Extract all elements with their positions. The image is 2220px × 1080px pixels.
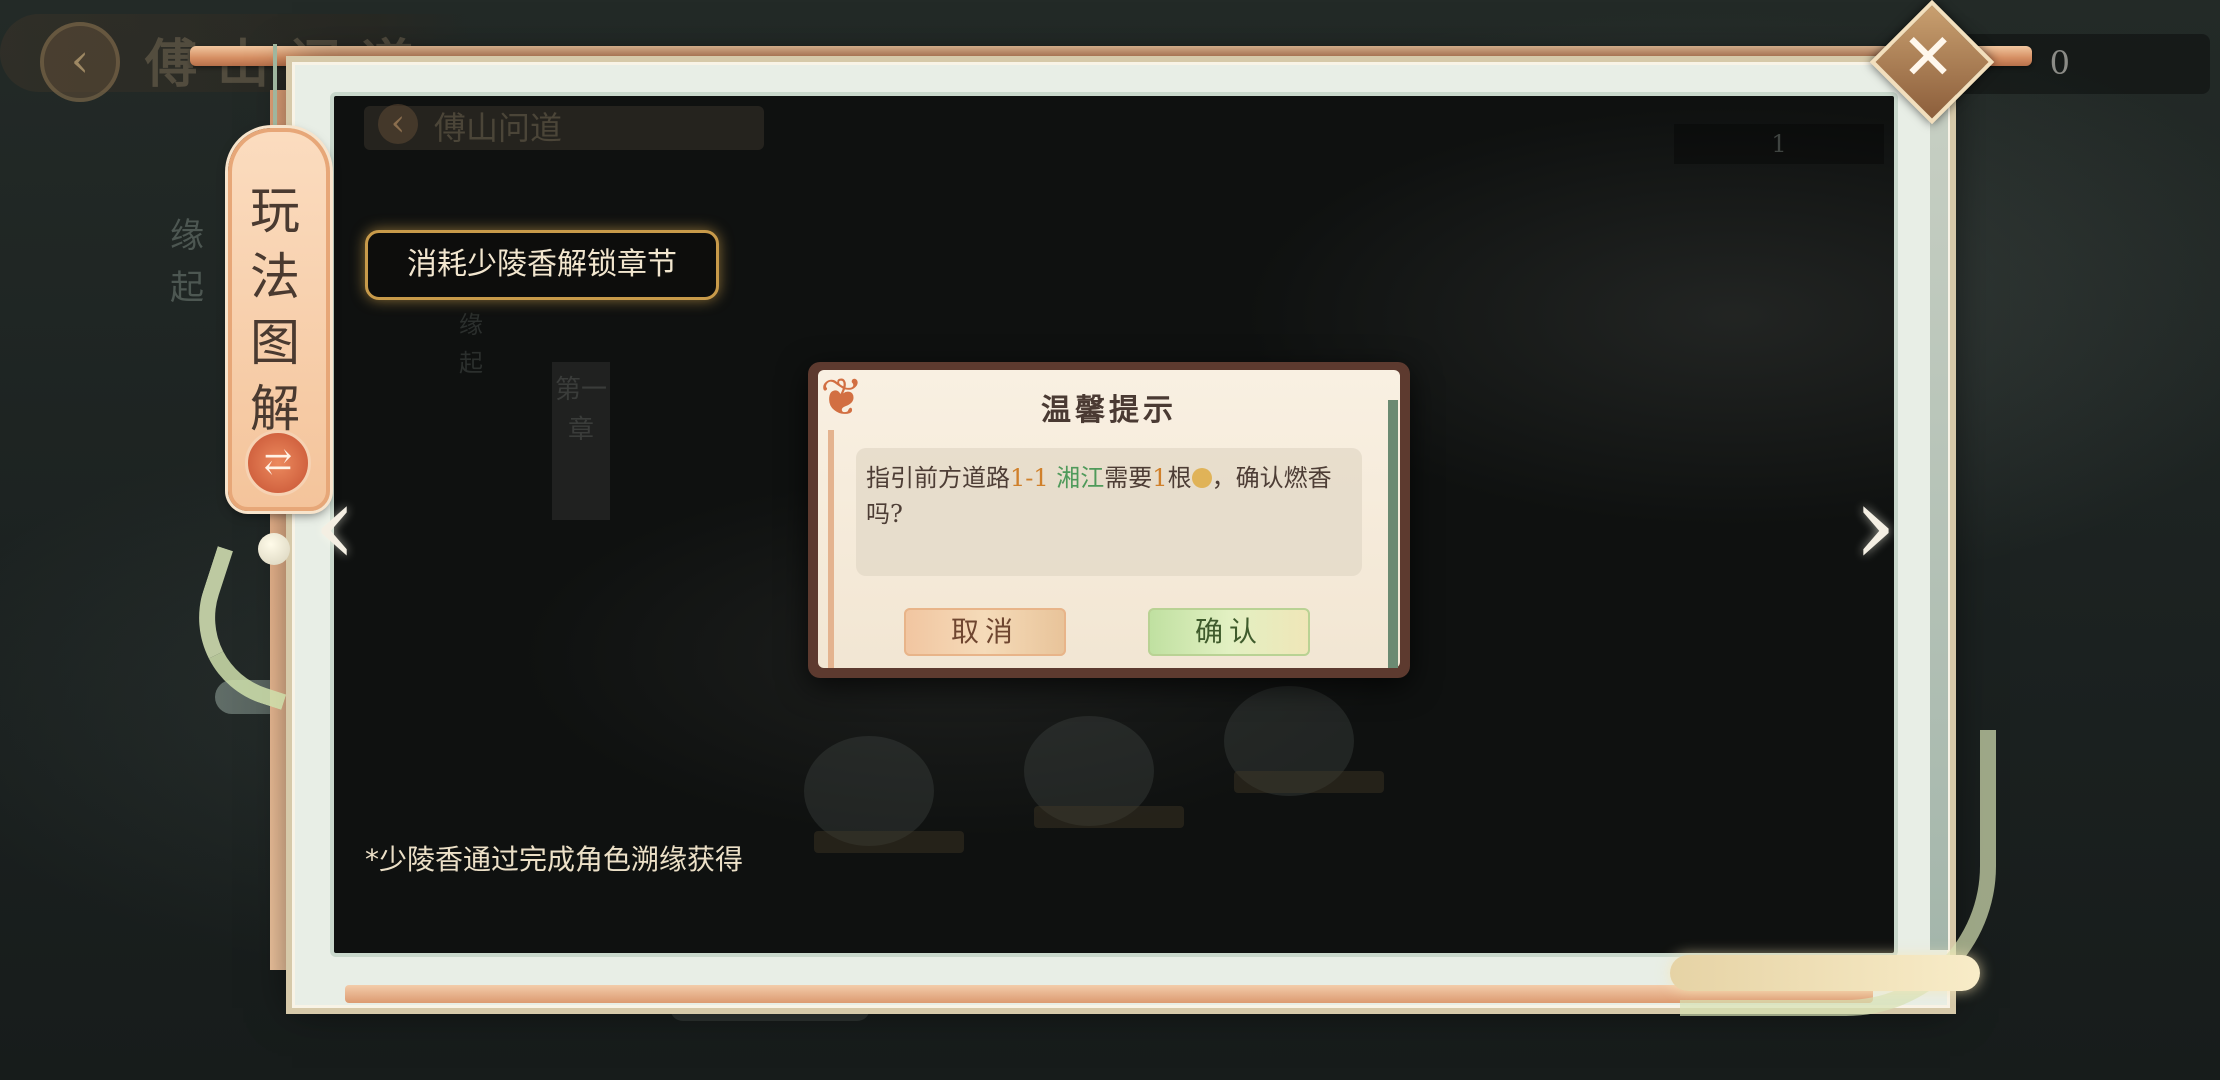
hint-badge: 消耗少陵香解锁章节	[365, 230, 719, 300]
dialog-right-stripe	[1388, 400, 1398, 668]
scroll-bottom-rod	[345, 985, 1873, 1003]
dialog-left-stripe	[828, 430, 834, 668]
preview-chapter-label: 第一章	[552, 362, 610, 520]
dialog-count: 1	[1152, 464, 1168, 492]
preview-node-label	[814, 831, 964, 853]
preview-counter: 1	[1674, 124, 1884, 164]
hint-footnote: *少陵香通过完成角色溯缘获得	[365, 843, 744, 876]
dialog-message-part: 指引前方道路	[866, 464, 1010, 492]
dialog-message: 指引前方道路1-1 湘江需要1根 ，确认燃香吗?	[866, 460, 1356, 532]
dialog-stage: 1-1	[1010, 464, 1049, 492]
cancel-button[interactable]: 取消	[904, 608, 1066, 656]
preview-title: 傅山问道	[364, 104, 764, 150]
dialog-title: 温馨提示	[1041, 393, 1177, 428]
swap-arrows-icon[interactable]: ⇄	[245, 430, 311, 496]
dialog-message-part: 根	[1167, 464, 1192, 492]
preview-node-label	[1234, 771, 1384, 793]
decorative-glow-pill	[1670, 955, 1980, 991]
incense-icon	[1191, 468, 1212, 488]
close-icon[interactable]: ✕	[1888, 18, 1968, 98]
dialog-place: 湘江	[1056, 464, 1105, 492]
preview-side-label: 缘起	[459, 311, 483, 377]
background-counter-value: 0	[2049, 44, 2070, 82]
tag-string	[273, 44, 277, 134]
preview-map-node	[804, 736, 934, 846]
chevron-right-icon[interactable]: ›	[1845, 470, 1905, 580]
preview-node-label	[1034, 806, 1184, 828]
background-side-label: 缘起	[170, 216, 204, 308]
background-back-button: ‹	[40, 22, 120, 102]
tutorial-tag-label: 玩法图解	[250, 182, 300, 438]
confirm-button[interactable]: 确认	[1148, 608, 1310, 656]
dialog-message-part: 需要	[1104, 464, 1153, 492]
